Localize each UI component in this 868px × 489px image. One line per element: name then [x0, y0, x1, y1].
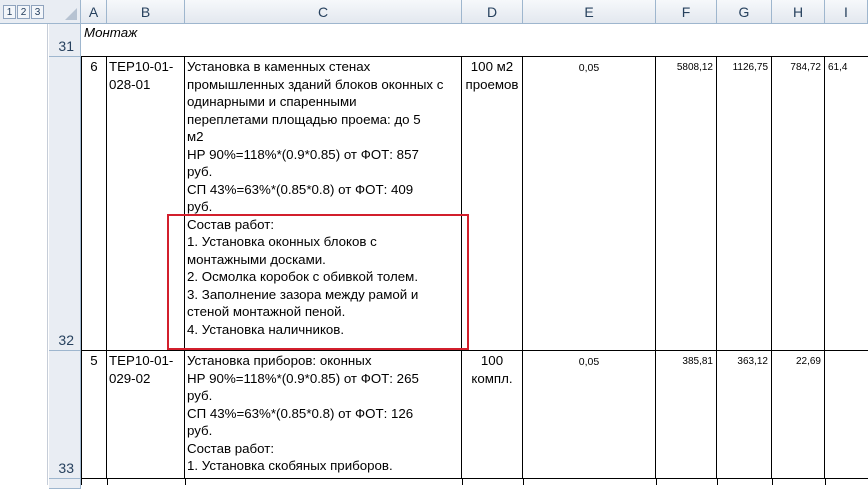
cell-c32-line: НР 90%=118%*(0.9*0.85) от ФОТ: 857	[187, 146, 419, 162]
cell-c33-line: НР 90%=118%*(0.9*0.85) от ФОТ: 265	[187, 370, 419, 386]
column-header-g[interactable]: G	[717, 0, 772, 24]
column-header-a[interactable]: A	[81, 0, 107, 24]
cell-d32-line: проемов	[465, 76, 519, 92]
cell-b33-line: ТЕР10-01-	[109, 353, 174, 368]
section-row: Монтаж	[81, 24, 868, 57]
column-header-e[interactable]: E	[523, 0, 656, 24]
cell-c32-line: руб.	[187, 199, 213, 214]
section-label[interactable]: Монтаж	[84, 25, 137, 40]
cell-d33-line: 100	[480, 353, 504, 368]
column-header-i[interactable]: I	[825, 0, 868, 24]
cell-a33[interactable]: 5	[81, 351, 107, 479]
cell-f33[interactable]: 385,81	[656, 351, 717, 479]
cell-c32-line: переплетами площадью проема: до 5	[187, 111, 421, 127]
column-header-h[interactable]: H	[772, 0, 825, 24]
next-row-partial	[81, 479, 868, 485]
cell-i33[interactable]	[825, 351, 868, 479]
cell-c32-line: руб.	[187, 164, 213, 179]
cell-c32-line: СП 43%=63%*(0.85*0.8) от ФОТ: 409	[187, 181, 414, 197]
outline-level-1-button[interactable]: 1	[3, 5, 16, 19]
outline-level-2-button[interactable]: 2	[17, 5, 30, 19]
column-header-c[interactable]: C	[185, 0, 462, 24]
cell-f32[interactable]: 5808,12	[656, 57, 717, 351]
cell-c33-line: Установка приборов: оконных	[187, 353, 372, 368]
cell-d32[interactable]: 100 м2 проемов	[462, 57, 523, 351]
cell-e32[interactable]: 0,05	[523, 57, 656, 351]
cell-c33-line: руб.	[187, 423, 213, 438]
column-header-f[interactable]: F	[656, 0, 717, 24]
cell-c32-line: промышленных зданий блоков оконных с	[187, 76, 444, 92]
cell-a32[interactable]: 6	[81, 57, 107, 351]
cell-h32[interactable]: 784,72	[772, 57, 825, 351]
row-header-32[interactable]: 32	[49, 57, 81, 351]
outline-gutter	[0, 0, 48, 485]
cell-c33-line: руб.	[187, 388, 213, 403]
cell-d33[interactable]: 100 компл.	[462, 351, 523, 479]
cell-c32-line: одинарными и спаренными	[187, 94, 357, 109]
cell-c33-line: Состав работ:	[187, 440, 275, 456]
cell-c33-line: 1. Установка скобяных приборов.	[187, 458, 393, 473]
column-header-b[interactable]: B	[107, 0, 185, 24]
row-header-34[interactable]	[49, 479, 81, 489]
outline-level-3-button[interactable]: 3	[31, 5, 44, 19]
cell-g32[interactable]: 1126,75	[717, 57, 772, 351]
cell-e33[interactable]: 0,05	[523, 351, 656, 479]
cell-c33-line: СП 43%=63%*(0.85*0.8) от ФОТ: 126	[187, 405, 414, 421]
cell-b33[interactable]: ТЕР10-01- 029-02	[107, 351, 185, 479]
row-header-31[interactable]: 31	[49, 24, 81, 57]
cell-c33[interactable]: Установка приборов: оконных НР 90%=118%*…	[185, 351, 462, 479]
cell-c32-line: Установка в каменных стенах	[187, 59, 371, 74]
cell-d33-line: компл.	[471, 370, 513, 386]
highlight-box	[167, 214, 469, 350]
cell-g33[interactable]: 363,12	[717, 351, 772, 479]
cell-b32-line: ТЕР10-01-	[109, 59, 174, 74]
select-all-button[interactable]	[49, 0, 81, 24]
cell-c32-line: м2	[187, 129, 204, 144]
column-header-d[interactable]: D	[462, 0, 523, 24]
row-header-33[interactable]: 33	[49, 351, 81, 479]
cell-b32-line: 028-01	[109, 76, 151, 92]
cell-i32[interactable]: 61,4	[825, 57, 868, 351]
cell-b33-line: 029-02	[109, 370, 151, 386]
cell-h33[interactable]: 22,69	[772, 351, 825, 479]
cell-d32-line: 100 м2	[470, 59, 514, 74]
